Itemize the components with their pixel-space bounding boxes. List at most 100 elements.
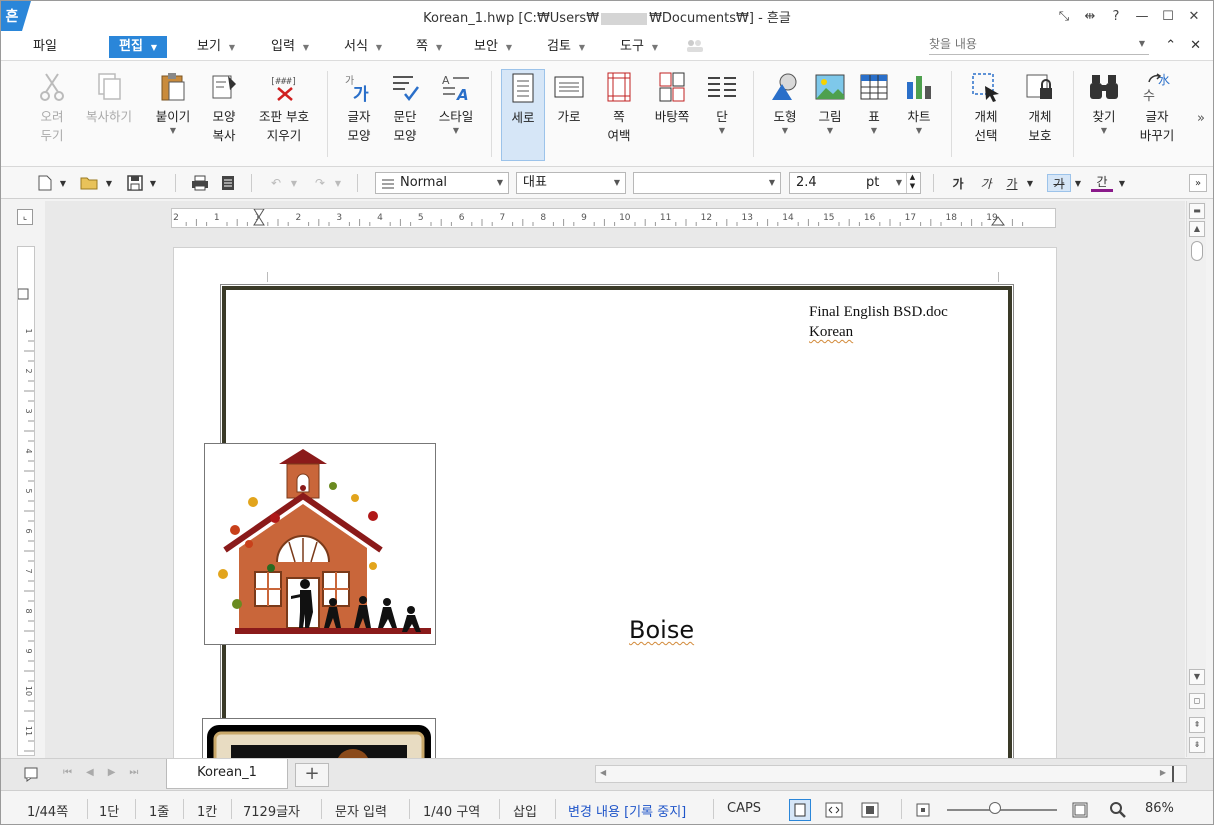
menu-format[interactable]: 서식 ▼ — [338, 36, 388, 58]
protect-object-button[interactable]: 개체 보호 — [1017, 71, 1063, 145]
scroll-right-icon[interactable]: ▶ — [1160, 768, 1166, 777]
top-margin-marker-icon[interactable] — [17, 288, 29, 300]
chevron-down-icon[interactable]: ▼ — [1073, 174, 1083, 192]
portrait-button[interactable]: 세로 — [501, 69, 545, 161]
header-text[interactable]: Final English BSD.doc Korean — [809, 302, 948, 342]
scroll-up-icon[interactable]: ▲ — [1189, 221, 1205, 237]
people-icon[interactable] — [685, 39, 705, 53]
chevron-down-icon[interactable]: ▼ — [1083, 126, 1125, 136]
background-page-button[interactable]: 바탕쪽 — [647, 71, 697, 126]
menu-review[interactable]: 검토 ▼ — [541, 36, 591, 58]
menu-edit[interactable]: 편집 ▼ — [109, 36, 168, 58]
save-icon[interactable] — [125, 174, 145, 192]
magnifier-icon[interactable] — [1109, 801, 1129, 821]
chevron-down-icon[interactable]: ▼ — [855, 126, 893, 136]
chevron-down-icon[interactable]: ▼ — [333, 174, 343, 192]
maximize-icon[interactable]: ☐ — [1157, 6, 1179, 26]
zoom-in-icon[interactable] — [1071, 801, 1089, 819]
italic-button[interactable]: 가 — [975, 174, 997, 192]
zoom-slider-track[interactable] — [947, 809, 1057, 811]
scroll-down-icon[interactable]: ▼ — [1189, 669, 1205, 685]
menu-security[interactable]: 보안 ▼ — [468, 36, 518, 58]
status-insert-mode[interactable]: 삽입 — [513, 801, 537, 820]
table-button[interactable]: 표 ▼ — [855, 71, 893, 136]
menu-tools[interactable]: 도구 ▼ — [614, 36, 664, 58]
tab-nav-icons[interactable]: ⏮◀▶⏭ — [63, 767, 152, 778]
find-input[interactable] — [929, 37, 1129, 51]
char-shape-button[interactable]: 가가 글자 모양 — [339, 71, 379, 145]
font-size-field[interactable]: 2.4 pt ▼ ▲ ▼ — [789, 172, 921, 194]
chevron-down-icon[interactable]: ▼ — [147, 174, 159, 192]
zoom-out-icon[interactable] — [915, 802, 931, 818]
expand-toolbar-icon[interactable]: » — [1189, 174, 1207, 192]
find-box[interactable]: ▼ — [929, 37, 1149, 55]
select-object-button[interactable]: 개체 선택 — [963, 71, 1009, 145]
cut-button[interactable]: 오려 두기 — [31, 71, 73, 145]
font-color-button[interactable]: 간 — [1091, 174, 1113, 192]
chevron-down-icon[interactable]: ▼ — [103, 174, 115, 192]
prev-page-icon[interactable]: ⇞ — [1189, 717, 1205, 733]
horizontal-scrollbar[interactable]: ◀ ▶ — [595, 765, 1187, 783]
chevron-down-icon[interactable]: ▼ — [899, 126, 939, 136]
close-document-icon[interactable]: ✕ — [1190, 38, 1201, 53]
tab-list-icon[interactable] — [23, 766, 41, 782]
shape-button[interactable]: 도형 ▼ — [765, 71, 805, 136]
menu-page[interactable]: 쪽 ▼ — [410, 36, 448, 58]
scroll-thumb[interactable] — [1191, 241, 1203, 261]
vertical-ruler[interactable]: 1 2 3 4 5 6 7 8 9 10 11 — [17, 246, 35, 762]
second-image[interactable] — [202, 718, 436, 759]
picture-button[interactable]: 그림 ▼ — [811, 71, 849, 136]
size-stepper-icon[interactable]: ▲ ▼ — [906, 173, 918, 193]
body-text[interactable]: Boise — [629, 616, 694, 644]
horizontal-ruler[interactable]: 2 1 1 2 3 4 5 6 7 8 9 10 11 12 13 14 15 16 17 18 19 — [171, 208, 1056, 228]
copy-button[interactable]: 복사하기 — [80, 71, 138, 126]
para-shape-button[interactable]: 문단 모양 — [385, 71, 425, 145]
page-view-button[interactable] — [789, 799, 811, 821]
columns-button[interactable]: 단 ▼ — [703, 71, 741, 136]
chevron-down-icon[interactable]: ▼ — [289, 174, 299, 192]
font-language-select[interactable]: 대표 ▼ — [516, 172, 626, 194]
chevron-down-icon[interactable]: ▼ — [811, 126, 849, 136]
preview-icon[interactable] — [217, 174, 239, 192]
document-page[interactable]: Final English BSD.doc Korean Boise — [173, 247, 1057, 759]
tab-korean-1[interactable]: Korean_1 — [166, 759, 288, 789]
split-view-icon[interactable]: ⇹ — [1079, 6, 1101, 26]
chevron-down-icon[interactable]: ▼ — [1025, 174, 1035, 192]
chevron-down-icon[interactable]: ▼ — [1117, 174, 1127, 192]
style-select[interactable]: Normal ▼ — [375, 172, 509, 194]
font-name-select[interactable]: ▼ — [633, 172, 781, 194]
menu-file[interactable]: 파일 — [27, 36, 63, 58]
minimize-icon[interactable]: — — [1131, 6, 1153, 26]
status-input-mode[interactable]: 문자 입력 — [335, 801, 387, 820]
scroll-left-icon[interactable]: ◀ — [600, 768, 606, 777]
clear-marks-button[interactable]: [###] 조판 부호 지우기 — [251, 71, 317, 145]
vertical-scrollbar[interactable]: ▬ ▲ ▼ ◻ ⇞ ⇟ — [1186, 201, 1206, 757]
page-view-icon[interactable]: ◻ — [1189, 693, 1205, 709]
format-painter-button[interactable]: 모양 복사 — [203, 71, 245, 145]
status-page[interactable]: 1/44쪽 — [27, 801, 68, 820]
landscape-button[interactable]: 가로 — [549, 71, 589, 126]
chevron-down-icon[interactable]: ▼ — [703, 126, 741, 136]
menu-view[interactable]: 보기 ▼ — [191, 36, 241, 58]
next-page-icon[interactable]: ⇟ — [1189, 737, 1205, 753]
zoom-level[interactable]: 86% — [1145, 801, 1174, 816]
zoom-slider-knob[interactable] — [989, 802, 1001, 814]
close-icon[interactable]: ✕ — [1183, 6, 1205, 26]
style-button[interactable]: AA 스타일 ▼ — [433, 71, 479, 136]
replace-button[interactable]: 수水 글자 바꾸기 — [1135, 71, 1179, 145]
chevron-down-icon[interactable]: ▼ — [149, 126, 197, 136]
chevron-down-icon[interactable]: ▼ — [1139, 39, 1145, 48]
status-track-changes[interactable]: 변경 내용 [기록 중지] — [568, 801, 686, 820]
chevron-down-icon[interactable]: ▼ — [433, 126, 479, 136]
schoolhouse-image[interactable] — [204, 443, 436, 645]
bold-button[interactable]: 가 — [947, 174, 969, 192]
collapse-ribbon-icon[interactable]: ⌃ — [1165, 38, 1176, 53]
help-icon[interactable]: ? — [1105, 6, 1127, 26]
fullscreen-icon[interactable]: ⤡ — [1053, 6, 1075, 26]
split-handle-icon[interactable] — [1172, 766, 1182, 782]
more-tools-icon[interactable]: » — [1197, 111, 1205, 126]
ruler-tab-type-icon[interactable]: ⌞ — [17, 209, 33, 225]
full-page-icon[interactable] — [861, 801, 881, 819]
new-document-icon[interactable] — [35, 174, 55, 192]
print-icon[interactable] — [189, 174, 211, 192]
